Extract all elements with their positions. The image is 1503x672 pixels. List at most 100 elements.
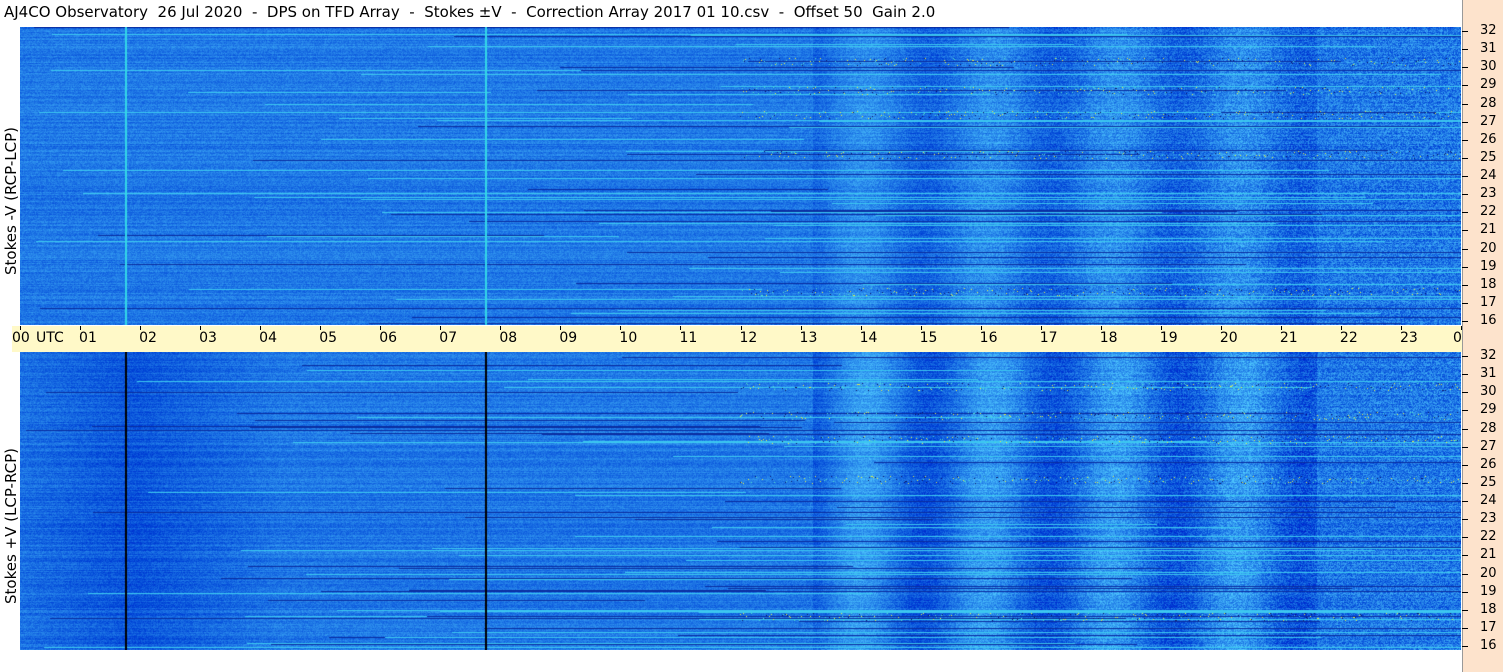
frequency-tick-label: 18 <box>1480 277 1497 292</box>
frequency-tick-label: 32 <box>1480 23 1497 38</box>
time-tick-label: 09 <box>559 330 578 346</box>
frequency-tick-label: 32 <box>1480 348 1497 363</box>
frequency-tick-mark <box>1462 267 1468 268</box>
frequency-tick-mark <box>1462 574 1468 575</box>
time-tick-label: 12 <box>739 330 758 346</box>
frequency-tick-label: 17 <box>1480 295 1497 310</box>
frequency-tick-label: 17 <box>1480 620 1497 635</box>
frequency-tick-mark <box>1462 140 1468 141</box>
spectrogram-top <box>20 27 1461 325</box>
frequency-tick-mark <box>1462 67 1468 68</box>
frequency-tick-mark <box>1462 519 1468 520</box>
frequency-tick-mark <box>1462 212 1468 213</box>
frequency-tick-mark <box>1462 447 1468 448</box>
time-tick-label: 01 <box>79 330 97 346</box>
time-tick-label: 10 <box>619 330 638 346</box>
frequency-tick-mark <box>1462 249 1468 250</box>
y-label-bottom: Stokes +V (LCP-RCP) <box>2 448 20 604</box>
time-axis-bar: 00 01 02 03 04 05 06 07 08 09 10 11 12 13 14 15 16 17 18 19… <box>12 326 1503 352</box>
frequency-tick-mark <box>1462 49 1468 50</box>
frequency-tick-label: 31 <box>1480 366 1497 381</box>
frequency-tick-mark <box>1462 610 1468 611</box>
frequency-tick-label: 26 <box>1480 457 1497 472</box>
frequency-tick-label: 27 <box>1480 439 1497 454</box>
frequency-tick-label: 20 <box>1480 241 1497 256</box>
frequency-tick-label: 30 <box>1480 384 1497 399</box>
frequency-tick-label: 18 <box>1480 602 1497 617</box>
y-label-top: Stokes -V (RCP-LCP) <box>2 127 20 275</box>
frequency-tick-mark <box>1462 592 1468 593</box>
time-tick-label: 18 <box>1099 330 1118 346</box>
frequency-tick-label: 22 <box>1480 529 1497 544</box>
frequency-tick-label: 25 <box>1480 475 1497 490</box>
time-tick-label: 03 <box>199 330 217 346</box>
spectrogram-top-canvas <box>20 27 1461 325</box>
time-tick-label: 14 <box>859 330 878 346</box>
frequency-tick-label: 27 <box>1480 114 1497 129</box>
frequency-tick-label: 24 <box>1480 493 1497 508</box>
frequency-tick-label: 22 <box>1480 204 1497 219</box>
frequency-tick-label: 19 <box>1480 259 1497 274</box>
frequency-tick-mark <box>1462 501 1468 502</box>
time-tick-label: 00 <box>12 330 30 346</box>
frequency-tick-mark <box>1462 303 1468 304</box>
frequency-tick-label: 21 <box>1480 222 1497 237</box>
frequency-tick-mark <box>1462 31 1468 32</box>
frequency-tick-label: 23 <box>1480 186 1497 201</box>
frequency-tick-label: 28 <box>1480 421 1497 436</box>
time-tick-label: 15 <box>919 330 938 346</box>
frequency-tick-mark <box>1462 483 1468 484</box>
frequency-tick-mark <box>1462 176 1468 177</box>
time-tick-label: 04 <box>259 330 277 346</box>
frequency-tick-label: 30 <box>1480 59 1497 74</box>
plot-title: AJ4CO Observatory 26 Jul 2020 - DPS on T… <box>4 3 936 21</box>
time-tick-label: 20 <box>1219 330 1238 346</box>
time-tick-label: 21 <box>1279 330 1298 346</box>
frequency-tick-mark <box>1462 85 1468 86</box>
time-tick-label: 07 <box>439 330 458 346</box>
time-tick-label: 06 <box>379 330 398 346</box>
frequency-tick-mark <box>1462 555 1468 556</box>
frequency-tick-mark <box>1462 410 1468 411</box>
frequency-tick-label: 25 <box>1480 150 1497 165</box>
time-tick-label: 16 <box>979 330 998 346</box>
frequency-tick-mark <box>1462 537 1468 538</box>
time-tick-label: 22 <box>1339 330 1358 346</box>
frequency-tick-mark <box>1462 646 1468 647</box>
frequency-tick-label: 28 <box>1480 96 1497 111</box>
time-tick-label: 02 <box>139 330 157 346</box>
frequency-tick-mark <box>1462 392 1468 393</box>
frequency-tick-label: 23 <box>1480 511 1497 526</box>
frequency-tick-label: 31 <box>1480 41 1497 56</box>
time-tick-label: 13 <box>799 330 818 346</box>
spectrogram-bottom-canvas <box>20 352 1461 650</box>
time-tick-label: 11 <box>679 330 698 346</box>
spectrogram-bottom <box>20 352 1461 650</box>
frequency-tick-mark <box>1462 374 1468 375</box>
time-unit-label: UTC <box>36 330 64 346</box>
frequency-tick-mark <box>1462 628 1468 629</box>
frequency-tick-label: 29 <box>1480 402 1497 417</box>
frequency-tick-mark <box>1462 356 1468 357</box>
frequency-tick-mark <box>1462 158 1468 159</box>
time-tick-label: 08 <box>499 330 518 346</box>
frequency-tick-mark <box>1462 429 1468 430</box>
time-tick-label: 17 <box>1039 330 1058 346</box>
frequency-tick-mark <box>1462 194 1468 195</box>
time-tick-label: 23 <box>1399 330 1418 346</box>
time-tick-label: 05 <box>319 330 338 346</box>
frequency-tick-mark <box>1462 104 1468 105</box>
frequency-tick-mark <box>1462 122 1468 123</box>
frequency-tick-mark <box>1462 321 1468 322</box>
frequency-tick-label: 16 <box>1480 313 1497 328</box>
frequency-tick-label: 20 <box>1480 566 1497 581</box>
frequency-tick-label: 19 <box>1480 584 1497 599</box>
time-tick-label: 19 <box>1159 330 1178 346</box>
frequency-tick-label: 21 <box>1480 547 1497 562</box>
frequency-tick-label: 16 <box>1480 638 1497 653</box>
frequency-tick-mark <box>1462 465 1468 466</box>
frequency-tick-label: 26 <box>1480 132 1497 147</box>
frequency-tick-mark <box>1462 285 1468 286</box>
frequency-tick-mark <box>1462 230 1468 231</box>
frequency-tick-label: 29 <box>1480 77 1497 92</box>
